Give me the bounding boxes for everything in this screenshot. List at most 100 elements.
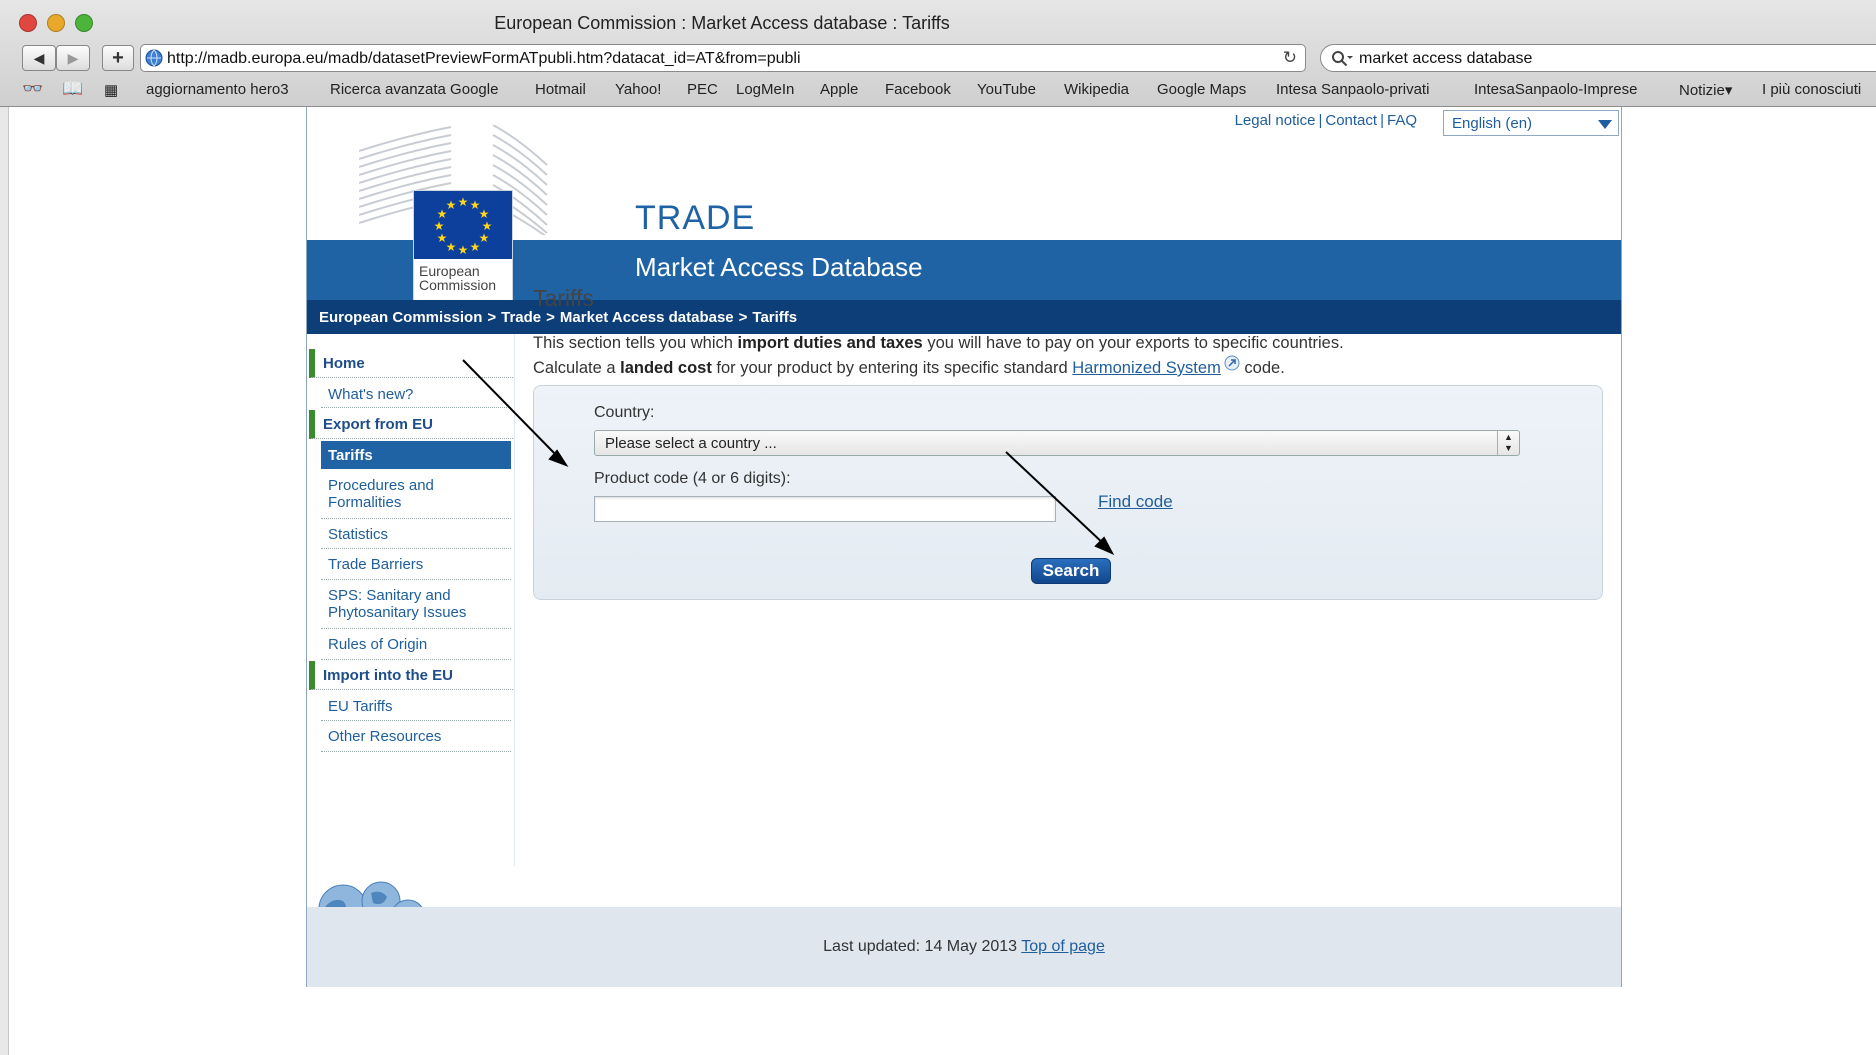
- browser-chrome: European Commission : Market Access data…: [0, 0, 1876, 107]
- country-select-value: Please select a country ...: [605, 435, 777, 452]
- contact-link[interactable]: Contact: [1325, 112, 1377, 129]
- logo-text-line: European: [419, 263, 480, 279]
- bookmark-item[interactable]: IntesaSanpaolo-Imprese: [1474, 81, 1637, 98]
- language-select[interactable]: English (en): [1443, 110, 1619, 136]
- back-button[interactable]: ◀: [22, 45, 56, 71]
- breadcrumb-link[interactable]: European Commission: [319, 309, 482, 326]
- product-code-label: Product code (4 or 6 digits):: [594, 470, 791, 487]
- sidebar-item-tariffs[interactable]: Tariffs: [321, 441, 511, 469]
- web-page: Legal notice | Contact | FAQ English (en) TR…: [306, 107, 1622, 991]
- bookmark-item[interactable]: YouTube: [977, 81, 1036, 98]
- back-arrow-icon: ◀: [33, 50, 45, 66]
- breadcrumb-separator: >: [738, 309, 748, 326]
- search-button[interactable]: Search: [1031, 558, 1111, 584]
- sidebar: Home What's new? Export from EU Tariffs …: [307, 334, 515, 991]
- eu-flag-icon: ★ ★ ★ ★ ★ ★ ★ ★ ★ ★ ★ ★: [414, 191, 512, 259]
- footer: Last updated: 14 May 2013 Top of page: [307, 907, 1621, 987]
- search-icon: [1332, 51, 1353, 67]
- logo-text-line: Commission: [419, 277, 497, 293]
- product-code-input[interactable]: [594, 496, 1056, 522]
- legal-notice-link[interactable]: Legal notice: [1235, 112, 1316, 129]
- bookmark-item[interactable]: Yahoo!: [615, 81, 661, 98]
- language-value: English (en): [1452, 115, 1533, 132]
- plus-icon: +: [112, 47, 124, 69]
- bookmarks-bar: 👓 📖 ▦ aggiornamento hero3 Ricerca avanza…: [0, 78, 1876, 104]
- section-title: TRADE: [635, 199, 756, 237]
- sidebar-item-import-into-eu[interactable]: Import into the EU: [309, 661, 513, 690]
- harmonized-system-link[interactable]: Harmonized System: [1072, 359, 1221, 377]
- bookmark-item[interactable]: I più conosciuti: [1762, 81, 1861, 98]
- breadcrumb-separator: >: [487, 309, 497, 326]
- bookmark-item[interactable]: PEC: [687, 81, 718, 98]
- globe-icon: [145, 49, 163, 67]
- new-tab-button[interactable]: +: [102, 45, 134, 71]
- faq-link[interactable]: FAQ: [1387, 112, 1417, 129]
- svg-text:★: ★: [458, 243, 469, 257]
- window-title: European Commission : Market Access data…: [494, 13, 950, 33]
- sidebar-item-export-from-eu[interactable]: Export from EU: [309, 410, 513, 439]
- external-link-icon: [1224, 355, 1240, 371]
- browser-search-field[interactable]: market access database: [1320, 44, 1876, 72]
- reading-list-icon[interactable]: 👓: [22, 79, 43, 99]
- top-sites-grid-icon[interactable]: ▦: [104, 81, 118, 99]
- sidebar-item-sps[interactable]: SPS: Sanitary and Phytosanitary Issues: [321, 581, 511, 629]
- separator: |: [1380, 112, 1384, 129]
- separator: |: [1318, 112, 1323, 129]
- logo-text: European Commission: [419, 264, 496, 292]
- top-of-page-link[interactable]: Top of page: [1021, 938, 1105, 955]
- sidebar-item-trade-barriers[interactable]: Trade Barriers: [321, 550, 511, 580]
- svg-text:★: ★: [458, 195, 469, 209]
- sidebar-item-whats-new[interactable]: What's new?: [321, 380, 511, 408]
- country-select[interactable]: Please select a country ... ▲ ▼: [594, 430, 1520, 456]
- window-edge: [0, 107, 9, 1055]
- tariff-search-form: Country: Please select a country ... ▲ ▼ …: [533, 385, 1603, 600]
- bookmark-item[interactable]: LogMeIn: [736, 81, 794, 98]
- chevron-down-icon: [1598, 120, 1612, 129]
- search-query: market access database: [1359, 50, 1533, 67]
- bookmark-item[interactable]: Wikipedia: [1064, 81, 1129, 98]
- intro-fragment: This section tells you which: [533, 334, 738, 352]
- breadcrumb-current: Tariffs: [752, 309, 798, 326]
- site-title: Market Access Database: [635, 252, 923, 282]
- svg-text:★: ★: [437, 231, 448, 245]
- bookmark-item[interactable]: Google Maps: [1157, 81, 1246, 98]
- reload-icon[interactable]: ↻: [1283, 48, 1297, 68]
- country-label: Country:: [594, 404, 655, 421]
- forward-arrow-icon: ▶: [67, 50, 79, 66]
- svg-text:★: ★: [446, 198, 457, 212]
- sidebar-item-other-resources[interactable]: Other Resources: [321, 722, 511, 752]
- ec-logo[interactable]: ★ ★ ★ ★ ★ ★ ★ ★ ★ ★ ★ ★ European Commission: [359, 125, 548, 302]
- select-arrows-icon: ▲ ▼: [1497, 431, 1519, 455]
- bookmark-item[interactable]: Apple: [820, 81, 858, 98]
- bookmark-item[interactable]: Hotmail: [535, 81, 586, 98]
- bookmark-item[interactable]: Notizie▾: [1679, 81, 1732, 99]
- svg-text:★: ★: [434, 219, 445, 233]
- bookmark-item[interactable]: Facebook: [885, 81, 951, 98]
- bookmarks-book-icon[interactable]: 📖: [62, 79, 83, 99]
- intro-fragment: you will have to pay on your exports to …: [922, 334, 1344, 352]
- intro-text: This section tells you which import duti…: [533, 331, 1413, 380]
- intro-bold: landed cost: [620, 359, 712, 377]
- svg-text:★: ★: [470, 240, 481, 254]
- intro-bold: import duties and taxes: [737, 334, 923, 352]
- bookmark-item[interactable]: aggiornamento hero3: [146, 81, 289, 98]
- bookmark-item[interactable]: Ricerca avanzata Google: [330, 81, 498, 98]
- breadcrumb: European Commission > Trade > Market Access …: [307, 300, 1621, 334]
- sidebar-item-statistics[interactable]: Statistics: [321, 520, 511, 549]
- logo-box: ★ ★ ★ ★ ★ ★ ★ ★ ★ ★ ★ ★ European Commission: [413, 190, 513, 302]
- sidebar-item-eu-tariffs[interactable]: EU Tariffs: [321, 692, 511, 721]
- page-title: Tariffs: [533, 285, 594, 311]
- sidebar-item-rules-of-origin[interactable]: Rules of Origin: [321, 630, 511, 660]
- bookmark-item[interactable]: Intesa Sanpaolo-privati: [1276, 81, 1429, 98]
- intro-fragment: for your product by entering its specifi…: [711, 359, 1073, 377]
- utility-links: Legal notice | Contact | FAQ: [1235, 112, 1417, 129]
- forward-button[interactable]: ▶: [56, 45, 90, 71]
- intro-fragment: Calculate a: [533, 359, 621, 377]
- address-bar[interactable]: http://madb.europa.eu/madb/datasetPrevie…: [140, 44, 1306, 72]
- url-text: http://madb.europa.eu/madb/datasetPrevie…: [167, 50, 801, 67]
- title-bar: European Commission : Market Access data…: [0, 0, 1876, 46]
- find-code-link[interactable]: Find code: [1098, 492, 1173, 512]
- sidebar-item-procedures[interactable]: Procedures and Formalities: [321, 471, 511, 519]
- sidebar-item-home[interactable]: Home: [309, 349, 513, 378]
- last-updated: Last updated: 14 May 2013: [823, 938, 1018, 955]
